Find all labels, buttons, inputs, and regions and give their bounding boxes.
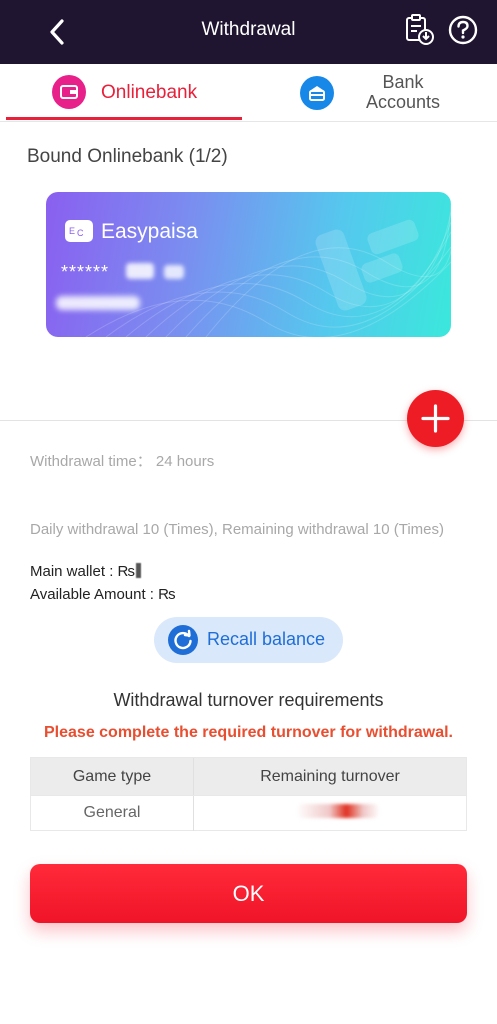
column-header-remaining-turnover: Remaining turnover: [194, 758, 466, 795]
available-amount: Available Amount : ₨: [30, 586, 176, 603]
daily-withdrawal-limit: Daily withdrawal 10 (Times), Remaining w…: [30, 521, 445, 538]
turnover-warning: Please complete the required turnover fo…: [44, 724, 453, 741]
ok-button-label: OK: [232, 881, 265, 906]
card-number-masked: ******: [61, 262, 110, 282]
bound-section-title: Bound Onlinebank (1/2): [27, 146, 228, 167]
redacted-region: [296, 804, 380, 818]
main-wallet-label: Main wallet : ₨: [30, 563, 135, 580]
refresh-icon: [168, 625, 198, 655]
table-divider: [31, 795, 466, 796]
tab-bank-accounts[interactable]: Bank Accounts: [248, 64, 497, 122]
bank-card-icon: [300, 76, 334, 110]
redacted-region: [126, 263, 154, 279]
tab-onlinebank[interactable]: Onlinebank: [0, 64, 248, 122]
svg-text:E: E: [69, 226, 75, 236]
recall-balance-button[interactable]: Recall balance: [154, 617, 343, 663]
help-button[interactable]: [446, 13, 480, 47]
redacted-region: [164, 265, 184, 279]
active-tab-indicator: [6, 117, 242, 120]
main-wallet: Main wallet : ₨: [30, 563, 141, 580]
withdrawal-record-button[interactable]: [402, 13, 436, 47]
recall-balance-label: Recall balance: [207, 629, 326, 649]
plus-icon: [421, 404, 450, 433]
withdrawal-time: Withdrawal time： 24 hours: [30, 453, 215, 470]
card-bank-name: Easypaisa: [101, 220, 198, 243]
table-cell-game-type: General: [83, 804, 141, 821]
ok-button[interactable]: OK: [30, 864, 467, 923]
add-account-button[interactable]: [407, 390, 464, 447]
easypaisa-logo-icon: E C: [65, 220, 93, 242]
tab-label: Onlinebank: [101, 82, 198, 103]
redacted-region: [56, 296, 140, 310]
top-bar: Withdrawal: [0, 0, 497, 64]
tab-label: Bank Accounts: [365, 72, 441, 112]
turnover-table: Game type Remaining turnover General: [30, 757, 467, 831]
question-circle-icon: [448, 15, 478, 45]
bound-account-card[interactable]: E C Easypaisa ******: [46, 192, 451, 337]
turnover-title: Withdrawal turnover requirements: [113, 690, 384, 710]
column-header-game-type: Game type: [31, 758, 193, 795]
clipboard-download-icon: [406, 14, 434, 45]
wallet-icon: [52, 75, 86, 109]
svg-text:C: C: [77, 228, 84, 238]
method-tabs: Onlinebank Bank Accounts: [0, 64, 497, 122]
redacted-region: [136, 563, 141, 578]
